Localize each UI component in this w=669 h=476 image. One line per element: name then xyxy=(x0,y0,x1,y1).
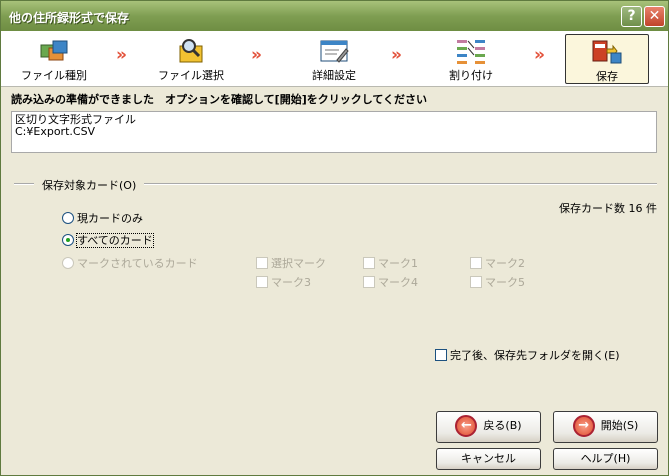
checkbox-box[interactable] xyxy=(363,257,375,269)
radio-label: マークされているカード xyxy=(77,257,198,270)
checkbox-open-folder[interactable]: 完了後、保存先フォルダを開く(E) xyxy=(435,347,620,362)
file-info-box: 区切り文字形式ファイル C:¥Export.CSV xyxy=(11,111,657,153)
title-bar: 他の住所録形式で保存 ? ✕ xyxy=(1,1,668,31)
checkbox-label: マーク1 xyxy=(378,257,418,270)
window-title: 他の住所録形式で保存 xyxy=(9,11,130,25)
mapping-icon xyxy=(457,40,485,64)
step-file-type: ファイル種別 xyxy=(9,34,99,84)
checkbox-label: マーク4 xyxy=(378,276,418,289)
step-label: ファイル種別 xyxy=(21,69,87,82)
cancel-button-label: キャンセル xyxy=(461,452,516,465)
checkbox-mark-5[interactable]: マーク5 xyxy=(470,274,525,289)
arrow-right-icon: → xyxy=(572,415,595,437)
radio-label: 現カードのみ xyxy=(77,212,143,225)
checkbox-box[interactable] xyxy=(363,276,375,288)
instruction-text: 読み込みの準備ができました オプションを確認して[開始]をクリックしてください xyxy=(11,93,428,106)
file-path: C:¥Export.CSV xyxy=(15,125,96,138)
help-button-label: ヘルプ(H) xyxy=(580,452,631,465)
radio-button[interactable] xyxy=(62,257,74,269)
arrow-left-icon: ← xyxy=(455,415,478,437)
checkbox-mark-2[interactable]: マーク2 xyxy=(470,255,525,270)
card-count: 保存カード数 16 件 xyxy=(559,202,657,215)
help-title-button[interactable]: ? xyxy=(621,6,642,27)
checkbox-mark-3[interactable]: マーク3 xyxy=(256,274,311,289)
radio-all-cards[interactable]: すべてのカード xyxy=(62,232,154,248)
save-book-icon xyxy=(592,40,622,64)
step-arrow: » xyxy=(391,45,402,65)
checkbox-label: マーク2 xyxy=(485,257,525,270)
wizard-steps: ファイル種別 » ファイル選択 » 詳細設定 » 割り付け » 保存 xyxy=(1,31,668,87)
step-arrow: » xyxy=(534,45,545,65)
step-arrow: » xyxy=(251,45,262,65)
cancel-button[interactable]: キャンセル xyxy=(436,448,541,470)
group-title: 保存対象カード(O) xyxy=(34,177,145,193)
step-label: 割り付け xyxy=(449,69,493,82)
close-button[interactable]: ✕ xyxy=(644,6,665,27)
file-format: 区切り文字形式ファイル xyxy=(15,113,136,126)
radio-button[interactable] xyxy=(62,234,74,246)
step-arrow: » xyxy=(116,45,127,65)
folder-search-icon xyxy=(179,39,203,63)
start-button[interactable]: → 開始(S) xyxy=(553,411,658,443)
dialog-window: 他の住所録形式で保存 ? ✕ ファイル種別 » ファイル選択 » 詳細設定 » … xyxy=(0,0,669,476)
step-details: 詳細設定 xyxy=(289,34,379,84)
checkbox-box[interactable] xyxy=(470,257,482,269)
checkbox-box[interactable] xyxy=(256,276,268,288)
checkbox-mark-1[interactable]: マーク1 xyxy=(363,255,418,270)
checkbox-mark-4[interactable]: マーク4 xyxy=(363,274,418,289)
step-file-select: ファイル選択 xyxy=(146,34,236,84)
checkbox-label: マーク5 xyxy=(485,276,525,289)
checkbox-label: 完了後、保存先フォルダを開く(E) xyxy=(450,349,620,362)
back-button[interactable]: ← 戻る(B) xyxy=(436,411,541,443)
step-label: 詳細設定 xyxy=(312,69,356,82)
checkbox-label: マーク3 xyxy=(271,276,311,289)
checkbox-box[interactable] xyxy=(435,349,447,361)
checkbox-mark-select[interactable]: 選択マーク xyxy=(256,255,326,270)
folders-icon xyxy=(40,40,68,61)
radio-marked-cards[interactable]: マークされているカード xyxy=(62,255,198,270)
settings-window-icon xyxy=(320,40,349,63)
radio-button[interactable] xyxy=(62,212,74,224)
step-label: ファイル選択 xyxy=(158,69,224,82)
checkbox-box[interactable] xyxy=(470,276,482,288)
checkbox-label: 選択マーク xyxy=(271,257,326,270)
checkbox-box[interactable] xyxy=(256,257,268,269)
radio-current-card[interactable]: 現カードのみ xyxy=(62,210,143,225)
radio-label: すべてのカード xyxy=(76,233,154,248)
back-button-label: 戻る(B) xyxy=(483,419,522,432)
step-label: 保存 xyxy=(596,70,618,83)
step-save: 保存 xyxy=(565,34,649,84)
help-button[interactable]: ヘルプ(H) xyxy=(553,448,658,470)
start-button-label: 開始(S) xyxy=(600,419,639,432)
step-mapping: 割り付け xyxy=(426,34,516,84)
